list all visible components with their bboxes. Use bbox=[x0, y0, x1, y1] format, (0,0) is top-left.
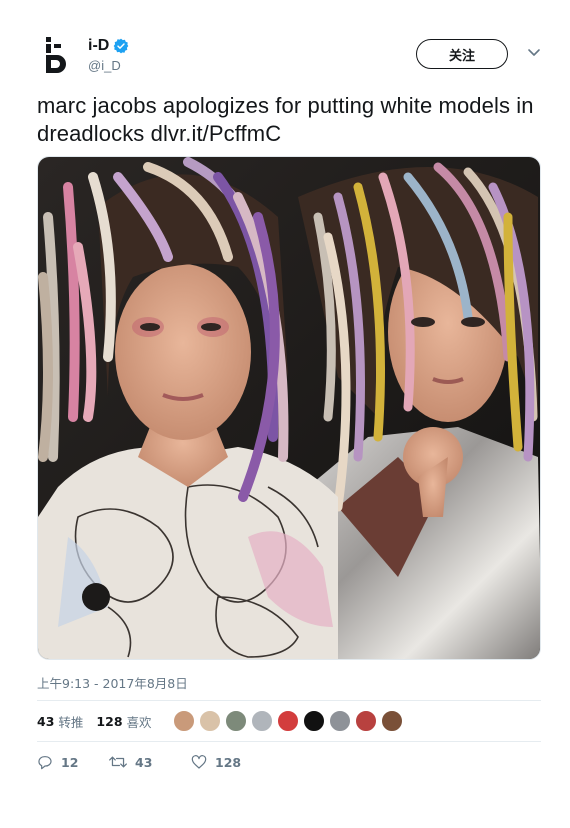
liker-avatar[interactable] bbox=[354, 710, 377, 732]
likes-stat[interactable]: 128 喜欢 bbox=[96, 712, 151, 731]
likes-count: 128 bbox=[96, 713, 123, 729]
reply-button[interactable]: 12 bbox=[37, 754, 109, 770]
user-info: i-D @i_D bbox=[88, 36, 129, 73]
tweet-photo[interactable] bbox=[37, 156, 541, 660]
likes-label: 喜欢 bbox=[126, 714, 152, 730]
reply-count: 12 bbox=[61, 754, 79, 770]
tweet-actions: 12 43 128 bbox=[37, 752, 241, 772]
avatar[interactable] bbox=[36, 33, 80, 77]
likers-avatars bbox=[172, 710, 403, 732]
tweet-text: marc jacobs apologizes for putting white… bbox=[37, 93, 534, 146]
divider bbox=[37, 700, 541, 701]
liker-avatar[interactable] bbox=[250, 710, 273, 732]
retweet-count: 43 bbox=[135, 754, 153, 770]
retweet-button[interactable]: 43 bbox=[109, 754, 191, 770]
liker-avatar[interactable] bbox=[276, 710, 299, 732]
chevron-down-icon[interactable] bbox=[526, 47, 542, 59]
divider bbox=[37, 741, 541, 742]
i-d-logo-icon bbox=[46, 37, 66, 73]
retweet-icon bbox=[109, 756, 127, 768]
like-button[interactable]: 128 bbox=[191, 754, 241, 770]
liker-avatar[interactable] bbox=[198, 710, 221, 732]
retweets-stat[interactable]: 43 转推 bbox=[37, 712, 83, 731]
liker-avatar[interactable] bbox=[224, 710, 247, 732]
like-count: 128 bbox=[215, 754, 242, 770]
tweet-header: i-D @i_D 关注 bbox=[36, 33, 544, 83]
liker-avatar[interactable] bbox=[302, 710, 325, 732]
user-handle[interactable]: @i_D bbox=[88, 58, 129, 73]
tweet-stats: 43 转推 128 喜欢 bbox=[37, 708, 403, 734]
retweets-count: 43 bbox=[37, 713, 55, 729]
reply-icon bbox=[38, 756, 52, 770]
display-name[interactable]: i-D bbox=[88, 37, 109, 55]
follow-button[interactable]: 关注 bbox=[416, 39, 508, 69]
liker-avatar[interactable] bbox=[172, 710, 195, 732]
retweets-label: 转推 bbox=[58, 714, 84, 730]
tweet-timestamp[interactable]: 上午9:13 - 2017年8月8日 bbox=[37, 673, 188, 692]
liker-avatar[interactable] bbox=[380, 710, 403, 732]
heart-icon bbox=[191, 755, 207, 769]
models-photo bbox=[38, 157, 540, 659]
liker-avatar[interactable] bbox=[328, 710, 351, 732]
verified-badge-icon bbox=[113, 38, 129, 54]
